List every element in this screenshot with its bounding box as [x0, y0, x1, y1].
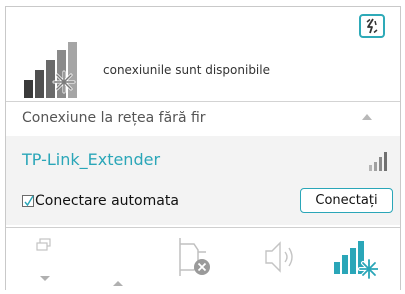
connection-status-text: conexiunile sunt disponibile	[103, 63, 270, 77]
auto-connect-checkbox[interactable]	[22, 195, 34, 207]
wireless-section-header[interactable]: Conexiune la rețea fără fir	[6, 102, 400, 135]
connect-button[interactable]: Conectați	[300, 188, 393, 213]
show-hidden-icons[interactable]	[112, 272, 124, 291]
taskbar	[6, 228, 400, 290]
power-disconnected-icon[interactable]	[176, 236, 214, 282]
taskbar-divider	[6, 227, 400, 228]
collapse-arrow-icon[interactable]	[362, 114, 372, 120]
network-icon[interactable]	[332, 236, 380, 284]
auto-connect-option[interactable]: Conectare automata	[22, 193, 179, 209]
network-list-item[interactable]: TP-Link_Extender Conectare automata Cone…	[6, 136, 400, 225]
section-title: Conexiune la rețea fără fir	[22, 110, 206, 126]
refresh-icon	[366, 18, 378, 34]
refresh-button[interactable]	[359, 14, 385, 38]
auto-connect-label: Conectare automata	[35, 193, 179, 209]
signal-strength-icon	[368, 150, 390, 172]
network-available-icon	[24, 42, 86, 98]
chevron-down-icon[interactable]	[39, 268, 51, 287]
connect-button-label: Conectați	[315, 193, 378, 208]
volume-icon[interactable]	[264, 236, 300, 282]
network-ssid: TP-Link_Extender	[22, 150, 161, 169]
windows-icon[interactable]	[36, 238, 52, 262]
